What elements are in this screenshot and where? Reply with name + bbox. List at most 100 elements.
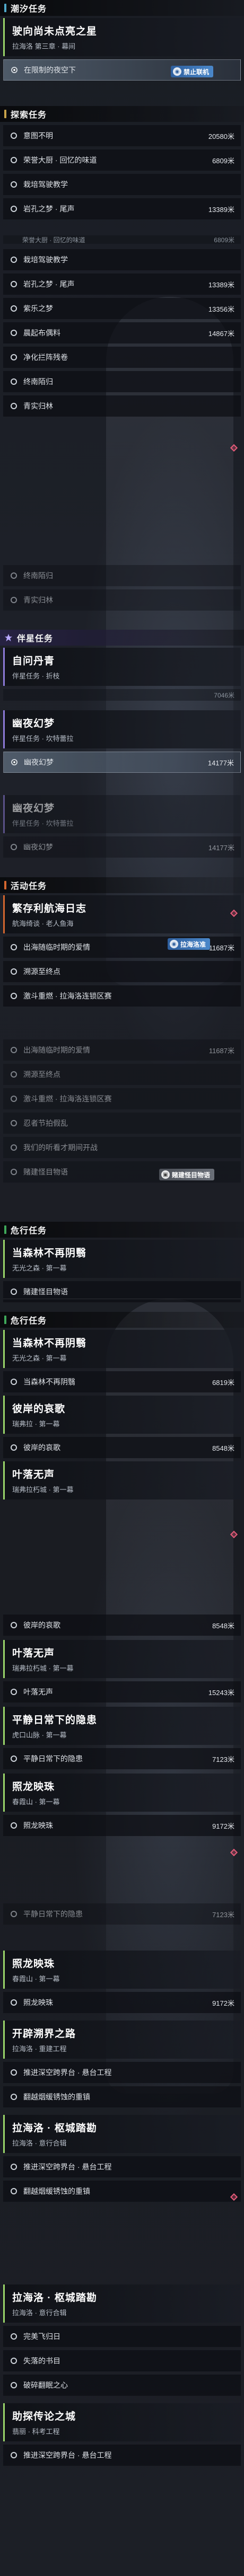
objective-list-faded: 终南陌归 青实归林	[0, 562, 244, 611]
objective-row[interactable]: 岩孔之梦 · 尾声 13389米	[3, 198, 241, 219]
objective-row[interactable]: 出海随临时期的爱情 11687米	[3, 1039, 241, 1061]
objective-row[interactable]: 溯源至终点	[3, 1064, 241, 1085]
objective-row[interactable]: 终南陌归	[3, 371, 241, 392]
objective-label: 终南陌归	[23, 571, 53, 580]
section-accent-bar	[4, 1316, 6, 1324]
objective-row[interactable]: 平静日常下的隐患 7123米	[3, 1748, 241, 1769]
objective-row[interactable]: 栽培驾驶教学	[3, 174, 241, 195]
quest-subtitle: 春霞山 · 第一幕	[12, 1975, 60, 1983]
objective-row[interactable]: 赌建怪目物语	[3, 1281, 241, 1302]
objective-row[interactable]: 晨起布偶料 14867米	[3, 322, 241, 343]
quest-card[interactable]: 照龙映珠 春霞山 · 第一幕	[3, 1774, 241, 1812]
quest-card-active[interactable]: 驶向尚未点亮之星 拉海洛 第三章 · 幕间	[3, 18, 241, 56]
section-header[interactable]: 危行任务	[0, 1222, 244, 1238]
section-header[interactable]: 活动任务	[0, 877, 244, 893]
quest-card[interactable]: 繁存利航海日志 航海绮谈 · 老人鱼海	[3, 895, 241, 933]
objective-row[interactable]: 推进深空跨界台 · 悬台工程	[3, 2156, 241, 2177]
objective-row[interactable]: 照龙映珠 9172米	[3, 1815, 241, 1836]
radio-icon	[11, 1911, 17, 1917]
section-header[interactable]: 探索任务	[0, 106, 244, 122]
pin-diamond-icon[interactable]	[230, 1530, 238, 1539]
section-danger-quests-2: 危行任务 当森林不再阴翳 无光之森 · 第一幕 当森林不再阴翳 6819米 彼岸…	[0, 1312, 244, 1499]
radio-icon	[11, 2188, 17, 2194]
quest-card[interactable]: 拉海洛 · 枢城踏勘 拉海洛 · 意行合辑	[3, 2284, 241, 2323]
radio-icon	[11, 354, 17, 360]
section-accent-bar	[4, 4, 6, 12]
objective-row[interactable]: 净化拦阵残卷	[3, 347, 241, 368]
objective-row[interactable]: 意图不明 20580米	[3, 125, 241, 146]
radio-icon	[11, 1289, 17, 1295]
objective-label: 荣誉大厨 · 回忆的味道	[23, 156, 97, 164]
objective-row[interactable]: 推进深空跨界台 · 悬台工程	[3, 2062, 241, 2083]
objective-row[interactable]: 青实归林	[3, 589, 241, 611]
objective-row[interactable]: 当森林不再阴翳 6819米	[3, 1371, 241, 1392]
section-header[interactable]: 潮汐任务	[0, 0, 244, 16]
section-title: 潮汐任务	[11, 5, 47, 14]
pin-diamond-icon[interactable]	[230, 444, 238, 452]
quest-card[interactable]: 彼岸的哀歌 瑞弗拉 · 第一幕	[3, 1396, 241, 1434]
objective-row[interactable]: 激斗重燃 · 拉海洛连锁区赛	[3, 985, 241, 1007]
danger-quest-list: 彼岸的哀歌 8548米 叶落无声 瑞弗拉朽城 · 第一幕 叶落无声 15243米…	[0, 1611, 244, 1836]
objective-row[interactable]: 荣誉大厨 · 回忆的味道 6809米	[3, 149, 241, 171]
objective-row[interactable]: 平静日常下的隐患 7123米	[3, 1903, 241, 1925]
objective-row[interactable]: 栽培驾驶教学	[3, 249, 241, 270]
quest-card[interactable]: 幽夜幻梦 伴星任务 · 坎特蕾拉	[3, 795, 241, 833]
objective-label: 翻越烟缓锈蚀的重镇	[23, 2093, 90, 2101]
globe-icon: ◉	[170, 940, 178, 948]
quest-subtitle: 拉海洛 · 意行合辑	[12, 2309, 67, 2317]
objective-row[interactable]: 破碎翻眠之心	[3, 2375, 241, 2396]
pin-diamond-icon[interactable]	[230, 1848, 238, 1857]
objective-row[interactable]: 彼岸的哀歌 8548米	[3, 1437, 241, 1458]
quest-card-selected[interactable]: 幽夜幻梦 伴星任务 · 坎特蕾拉	[3, 710, 241, 748]
radio-icon	[11, 181, 17, 188]
distance-label: 9172米	[212, 1822, 234, 1830]
radio-icon	[11, 305, 17, 312]
radio-icon	[11, 1755, 17, 1762]
quest-card[interactable]: 叶落无声 瑞弗拉朽城 · 第一幕	[3, 1640, 241, 1678]
objective-row-selected[interactable]: 幽夜幻梦 14177米	[3, 752, 241, 773]
objective-row[interactable]: 推进深空跨界台 · 悬台工程	[3, 2445, 241, 2466]
quest-subtitle: 无光之森 · 第一幕	[12, 1354, 67, 1362]
radio-icon	[11, 597, 17, 603]
objective-row[interactable]: 忍者节拍假乱	[3, 1113, 241, 1134]
radio-icon	[11, 1047, 17, 1053]
quest-card[interactable]: 开辟溯界之路 拉海洛 · 重建工程	[3, 2021, 241, 2059]
objective-row[interactable]: 彼岸的哀歌 8548米	[3, 1615, 241, 1636]
quest-card[interactable]: 助探传论之城 翡丽 · 科考工程	[3, 2403, 241, 2441]
objective-row[interactable]: 完美飞归日	[3, 2326, 241, 2347]
objective-row[interactable]: 青实归林	[3, 395, 241, 417]
target-icon	[11, 67, 18, 73]
quest-title: 开辟溯界之路	[12, 2028, 76, 2040]
objective-label: 忍者节拍假乱	[23, 1119, 68, 1127]
objective-row[interactable]: 翻越烟缓锈蚀的重镇	[3, 2086, 241, 2107]
objective-row[interactable]: 紫乐之梦 13356米	[3, 298, 241, 319]
quest-card[interactable]: 照龙映珠 春霞山 · 第一幕	[3, 1951, 241, 1989]
quest-card[interactable]: 叶落无声 瑞弗拉朽城 · 第一幕	[3, 1461, 241, 1499]
quest-card[interactable]: 当森林不再阴翳 无光之森 · 第一幕	[3, 1330, 241, 1368]
objective-row[interactable]: 失落的书目	[3, 2350, 241, 2371]
quest-card[interactable]: 拉海洛 · 枢城踏勘 拉海洛 · 意行合辑	[3, 2115, 241, 2153]
quest-card[interactable]: 当森林不再阴翳 无光之森 · 第一幕	[3, 1240, 241, 1278]
quest-title: 助探传论之城	[12, 2411, 76, 2422]
section-header[interactable]: 伴星任务	[0, 630, 244, 646]
quest-card[interactable]: 自问丹青 伴星任务 · 折枝	[3, 648, 241, 686]
objective-row[interactable]: 翻越烟缓锈蚀的重镇	[3, 2181, 241, 2202]
section-companion-quests: 伴星任务 自问丹青 伴星任务 · 折枝	[0, 630, 244, 686]
objective-label: 照龙映珠	[23, 1821, 53, 1830]
objective-row[interactable]: 叶落无声 15243米	[3, 1681, 241, 1702]
radio-icon	[11, 257, 17, 263]
objective-row[interactable]: 溯源至终点	[3, 961, 241, 982]
section-header[interactable]: 危行任务	[0, 1312, 244, 1328]
objective-row[interactable]: 照龙映珠 9172米	[3, 1992, 241, 2013]
distance-label: 14177米	[208, 843, 234, 852]
objective-row[interactable]: 终南陌归	[3, 565, 241, 586]
distance-label: 6809米	[212, 156, 234, 165]
section-title: 活动任务	[11, 882, 47, 891]
objective-row[interactable]: 岩孔之梦 · 尾声 13389米	[3, 274, 241, 295]
objective-row[interactable]: 幽夜幻梦 14177米	[3, 836, 241, 858]
objective-row[interactable]: 激斗重燃 · 拉海洛连锁区赛	[3, 1088, 241, 1109]
radio-icon	[11, 1096, 17, 1102]
objective-row[interactable]: 我们的听看才期间开战	[3, 1137, 241, 1158]
distance-label: 13389米	[208, 280, 234, 289]
quest-card[interactable]: 平静日常下的隐患 虎口山脉 · 第一幕	[3, 1707, 241, 1745]
